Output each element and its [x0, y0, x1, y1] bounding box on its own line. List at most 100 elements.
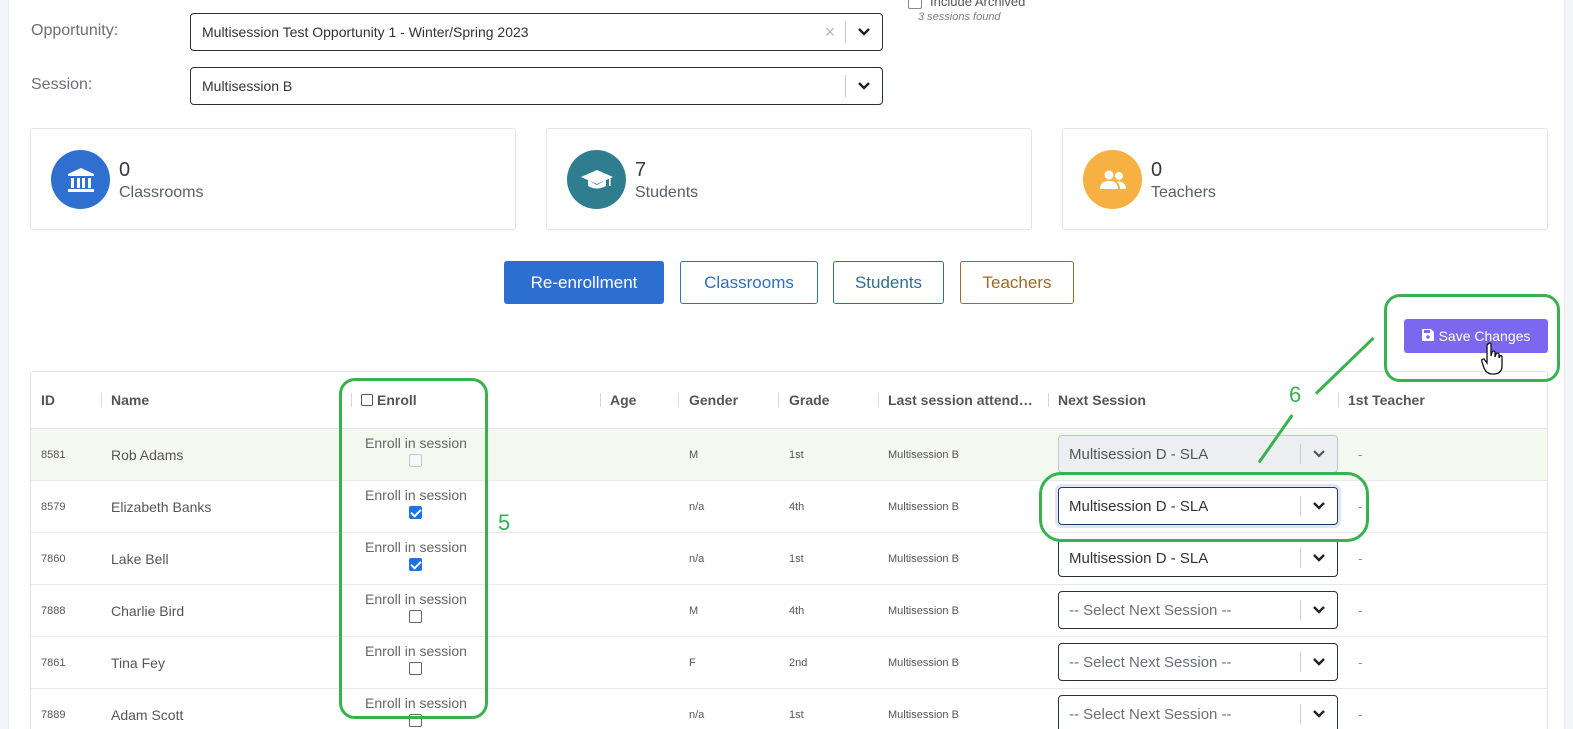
row-first-teacher: - [1358, 707, 1363, 722]
left-rail [0, 0, 9, 729]
students-count: 7 [635, 159, 647, 181]
next-session-placeholder: -- Select Next Session -- [1069, 653, 1232, 671]
session-label: Session: [31, 76, 93, 93]
row-last-session: Multisession B [888, 605, 959, 617]
col-first-teacher[interactable]: 1st Teacher [1348, 392, 1425, 408]
hand-cursor-icon [1481, 342, 1503, 381]
column-divider[interactable] [778, 393, 779, 407]
column-divider[interactable] [1338, 393, 1339, 407]
row-grade: 1st [789, 709, 804, 721]
col-last-session[interactable]: Last session attend… [888, 392, 1033, 408]
col-age[interactable]: Age [610, 392, 636, 408]
next-session-select[interactable]: -- Select Next Session -- [1058, 695, 1338, 729]
next-session-select[interactable]: -- Select Next Session -- [1058, 591, 1338, 629]
table-row[interactable]: 7888 Charlie Bird Enroll in session M 4t… [31, 585, 1547, 637]
graduation-cap-icon [567, 150, 626, 209]
chevron-down-icon[interactable] [846, 81, 882, 91]
col-name[interactable]: Name [111, 392, 149, 408]
students-label: Students [635, 184, 699, 201]
tab-students[interactable]: Students [833, 261, 944, 304]
session-value: Multisession B [202, 78, 293, 94]
row-gender: n/a [689, 709, 705, 721]
annotation-number-6: 6 [1289, 382, 1302, 407]
chevron-down-icon[interactable] [1301, 709, 1337, 719]
row-id: 8579 [41, 501, 66, 513]
bank-icon [51, 150, 110, 209]
col-gender[interactable]: Gender [689, 392, 738, 408]
include-archived-toggle[interactable]: Include Archived [908, 0, 1025, 9]
column-divider[interactable] [600, 393, 601, 407]
row-name: Lake Bell [111, 551, 169, 567]
annotation-number-5: 5 [498, 510, 511, 535]
row-name: Tina Fey [111, 655, 165, 671]
tab-re-enrollment[interactable]: Re-enrollment [504, 261, 664, 304]
stat-card-students: 7 Students [546, 128, 1032, 230]
opportunity-value: Multisession Test Opportunity 1 - Winter… [202, 24, 529, 40]
next-session-select: Multisession D - SLA [1058, 435, 1338, 473]
row-id: 7888 [41, 605, 66, 617]
row-first-teacher: - [1358, 551, 1363, 566]
chevron-down-icon[interactable] [1301, 605, 1337, 615]
row-id: 7889 [41, 709, 66, 721]
row-gender: n/a [689, 501, 705, 513]
row-first-teacher: - [1358, 447, 1363, 462]
classrooms-count: 0 [119, 159, 131, 181]
row-grade: 4th [789, 501, 805, 513]
tab-classrooms[interactable]: Classrooms [680, 261, 818, 304]
row-id: 7860 [41, 553, 66, 565]
column-divider[interactable] [678, 393, 679, 407]
table-row[interactable]: 7861 Tina Fey Enroll in session F 2nd Mu… [31, 637, 1547, 689]
col-grade[interactable]: Grade [789, 392, 829, 408]
annotation-next-session-highlight [1039, 472, 1369, 542]
row-id: 7861 [41, 657, 66, 669]
row-gender: M [689, 605, 699, 617]
row-gender: n/a [689, 553, 705, 565]
col-id[interactable]: ID [41, 392, 55, 408]
annotation-save-highlight [1384, 294, 1560, 382]
row-last-session: Multisession B [888, 657, 959, 669]
row-name: Adam Scott [111, 707, 184, 723]
next-session-placeholder: -- Select Next Session -- [1069, 705, 1232, 723]
column-divider[interactable] [1048, 393, 1049, 407]
chevron-down-icon [1301, 449, 1337, 459]
row-id: 8581 [41, 449, 66, 461]
row-gender: M [689, 449, 699, 461]
session-select[interactable]: Multisession B [190, 67, 883, 105]
row-gender: F [689, 657, 696, 669]
table-row[interactable]: 7889 Adam Scott Enroll in session n/a 1s… [31, 689, 1547, 729]
row-last-session: Multisession B [888, 709, 959, 721]
tab-teachers[interactable]: Teachers [960, 261, 1074, 304]
row-grade: 2nd [789, 657, 808, 669]
row-first-teacher: - [1358, 603, 1363, 618]
teachers-count: 0 [1151, 159, 1163, 181]
table-header: ID Name Enroll Age Gender Grade Last ses… [31, 372, 1547, 429]
opportunity-select[interactable]: Multisession Test Opportunity 1 - Winter… [190, 13, 883, 51]
column-divider[interactable] [878, 393, 879, 407]
column-divider[interactable] [101, 393, 102, 407]
stat-card-teachers: 0 Teachers [1062, 128, 1548, 230]
chevron-down-icon[interactable] [1301, 553, 1337, 563]
next-session-select[interactable]: Multisession D - SLA [1058, 539, 1338, 577]
next-session-select[interactable]: -- Select Next Session -- [1058, 643, 1338, 681]
row-name: Charlie Bird [111, 603, 185, 619]
row-grade: 4th [789, 605, 805, 617]
row-last-session: Multisession B [888, 449, 959, 461]
include-archived-checkbox[interactable] [908, 0, 922, 9]
right-rail [1564, 0, 1573, 729]
annotation-enroll-highlight [339, 378, 488, 719]
row-name: Rob Adams [111, 447, 184, 463]
teachers-label: Teachers [1151, 184, 1216, 201]
classrooms-label: Classrooms [119, 184, 204, 201]
clear-icon[interactable]: × [815, 22, 845, 43]
next-session-value: Multisession D - SLA [1069, 549, 1209, 567]
include-archived-label: Include Archived [930, 0, 1026, 9]
chevron-down-icon[interactable] [1301, 657, 1337, 667]
row-last-session: Multisession B [888, 501, 959, 513]
opportunity-label: Opportunity: [31, 22, 119, 39]
row-last-session: Multisession B [888, 553, 959, 565]
users-icon [1083, 150, 1142, 209]
next-session-placeholder: -- Select Next Session -- [1069, 601, 1232, 619]
row-grade: 1st [789, 553, 804, 565]
chevron-down-icon[interactable] [846, 27, 882, 37]
col-next-session[interactable]: Next Session [1058, 392, 1146, 408]
